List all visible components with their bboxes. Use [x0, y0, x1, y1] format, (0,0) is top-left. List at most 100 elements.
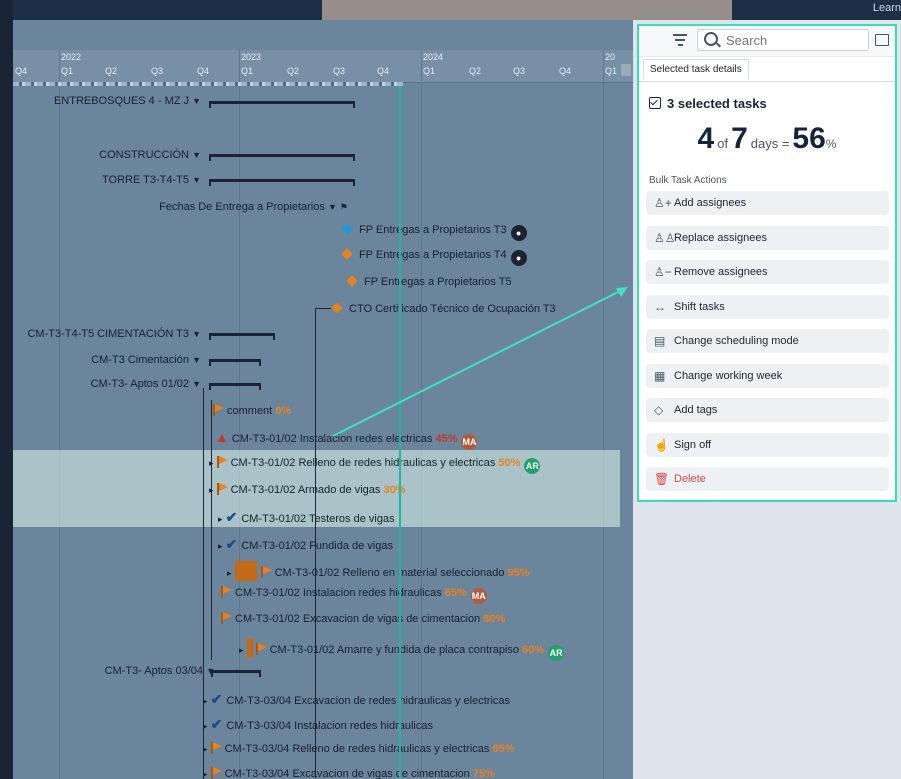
task-row[interactable]: ▸ ✔ CM-T3-01/02 Fundida de vigas	[218, 536, 393, 553]
dependency-arrow-icon: ▸	[218, 541, 223, 551]
quarter-label: Q1	[61, 66, 74, 76]
action-label: Add assignees	[674, 197, 747, 209]
task-label: CM-T3-01/02 Testeros de vigas	[241, 513, 395, 525]
completed-check-icon: ✔	[210, 716, 223, 732]
milestone-row[interactable]: CTO Certificado Técnico de Ocupación T3	[331, 302, 556, 315]
summary-bar[interactable]	[209, 383, 261, 390]
task-label: CTO Certificado Técnico de Ocupación T3	[349, 303, 556, 315]
calendar-edit-icon: ▤	[654, 334, 666, 348]
group-row[interactable]: ENTREBOSQUES 4 - MZ J ▼	[54, 95, 201, 107]
flag-icon	[216, 483, 228, 495]
dependency-arrow-icon: ▸	[209, 458, 214, 468]
tag-icon: ◇	[654, 403, 664, 417]
summary-bar[interactable]	[209, 101, 355, 108]
task-row[interactable]: CM-T3-01/02 Instalacion redes hidraulica…	[221, 586, 487, 604]
task-row[interactable]: ▲ CM-T3-01/02 Instalacion redes electrica…	[215, 429, 478, 450]
milestone-row[interactable]: FP Entregas a Propietarios T4 ●	[341, 248, 527, 266]
group-row[interactable]: CM-T3- Aptos 03/04 ▼	[105, 665, 215, 677]
task-bar[interactable]	[234, 561, 257, 581]
avatar: AR	[524, 458, 541, 474]
task-row[interactable]: ▸ CM-T3-01/02 Relleno de redes hidraulic…	[209, 456, 541, 474]
flag-icon	[210, 767, 222, 779]
search-box[interactable]	[697, 29, 869, 51]
collapse-caret-icon[interactable]: ▼	[192, 329, 201, 339]
sign-off-button[interactable]: ☝ Sign off	[646, 433, 889, 457]
group-row[interactable]: TORRE T3-T4-T5 ▼	[102, 174, 201, 186]
row-label: Fechas De Entrega a Propietarios	[159, 201, 325, 213]
group-row[interactable]: CM-T3 Cimentación ▼	[91, 354, 201, 366]
change-working-week-button[interactable]: ▦ Change working week	[646, 364, 889, 388]
dependency-arrow-icon: ▸	[203, 744, 208, 754]
collapse-caret-icon[interactable]: ▼	[192, 96, 201, 106]
today-marker-line	[399, 86, 401, 779]
task-label: CM-T3-01/02 Amarre y fundida de placa co…	[269, 644, 520, 656]
quarter-label: Q4	[559, 66, 572, 76]
progress-percent: 65%	[444, 587, 467, 599]
row-label: TORRE T3-T4-T5	[102, 174, 190, 186]
collapse-caret-icon[interactable]: ▼	[192, 150, 201, 160]
flag-icon	[210, 742, 222, 754]
group-row[interactable]: CM-T3-T4-T5 CIMENTACIÓN T3 ▼	[27, 328, 201, 340]
milestone-diamond-icon	[331, 302, 343, 314]
learn-link[interactable]: Learn	[873, 2, 901, 14]
collapse-caret-icon[interactable]: ▼	[192, 355, 201, 365]
add-tags-button[interactable]: ◇ Add tags	[646, 398, 889, 422]
collapse-caret-icon[interactable]: ▼	[192, 379, 201, 389]
task-row[interactable]: ▸ CM-T3-03/04 Relleno de redes hidraulic…	[203, 742, 514, 755]
milestone-row[interactable]: FP Entregas a Propietarios T3 ●	[341, 223, 527, 241]
task-bar[interactable]	[246, 638, 253, 658]
completed-check-icon: ✔	[210, 691, 223, 707]
shift-tasks-button[interactable]: ↔ Shift tasks	[646, 295, 889, 319]
group-row[interactable]: Fechas De Entrega a Propietarios ▼ ⚑	[159, 201, 348, 213]
add-assignees-button[interactable]: ♙+ Add assignees	[646, 191, 889, 215]
days-done: 4	[697, 122, 715, 155]
progress-percent: 30%	[383, 484, 406, 496]
gantt-chart[interactable]: 2022 2023 2024 20 Q4 Q1 Q2 Q3 Q4 Q1 Q2 Q…	[13, 20, 633, 779]
filter-icon[interactable]	[673, 34, 687, 49]
task-row[interactable]: ▸ CM-T3-01/02 Relleno en material selecc…	[227, 561, 530, 581]
summary-bar[interactable]	[209, 359, 261, 366]
summary-bar[interactable]	[211, 670, 261, 677]
search-input[interactable]	[724, 32, 868, 49]
task-row[interactable]: ▸ CM-T3-01/02 Armado de vigas 30%	[209, 483, 405, 496]
summary-bar[interactable]	[209, 154, 355, 161]
collapse-caret-icon[interactable]: ▼	[192, 175, 201, 185]
scrollbar-thumb[interactable]	[621, 64, 631, 76]
summary-bar[interactable]	[209, 333, 275, 340]
task-row[interactable]: ▸ ✔ CM-T3-01/02 Testeros de vigas	[218, 509, 395, 526]
trash-icon: 🗑	[654, 472, 670, 486]
panel-collapse-icon[interactable]	[875, 34, 889, 46]
summary-bar[interactable]	[209, 179, 355, 186]
flag-icon	[255, 643, 267, 655]
remove-assignees-button[interactable]: ♙− Remove assignees	[646, 260, 889, 284]
replace-assignee-icon: ♙♙	[654, 231, 676, 245]
group-row[interactable]: CONSTRUCCIÓN ▼	[99, 149, 201, 161]
task-label: CM-T3-01/02 Instalacion redes hidraulica…	[235, 587, 442, 599]
tab-selected-task-details[interactable]: Selected task details	[643, 59, 749, 80]
change-scheduling-mode-button[interactable]: ▤ Change scheduling mode	[646, 329, 889, 353]
delete-button[interactable]: 🗑 Delete	[646, 467, 889, 491]
quarter-label: Q1	[605, 66, 618, 76]
task-row[interactable]: ▸ ✔ CM-T3-03/04 Excavacion de redes hidra…	[203, 691, 510, 708]
replace-assignees-button[interactable]: ♙♙ Replace assignees	[646, 226, 889, 250]
checkbox-icon[interactable]	[649, 97, 661, 109]
task-row[interactable]: ▸ CM-T3-01/02 Amarre y fundida de placa …	[239, 638, 565, 661]
task-label: CM-T3-01/02 Armado de vigas	[230, 484, 381, 496]
task-row[interactable]: comment 0%	[213, 404, 291, 417]
action-label: Change working week	[674, 370, 783, 382]
collapse-caret-icon[interactable]: ▼	[328, 202, 337, 212]
milestone-row[interactable]: FP Entregas a Propietarios T5	[346, 275, 512, 288]
quarter-label: Q4	[197, 66, 210, 76]
task-row[interactable]: ▸ CM-T3-03/04 Excavacion de vigas de cim…	[203, 767, 495, 779]
group-row[interactable]: CM-T3- Aptos 01/02 ▼	[91, 378, 201, 390]
action-label: Sign off	[674, 439, 712, 451]
action-label: Remove assignees	[674, 266, 768, 278]
quarter-label: Q4	[377, 66, 390, 76]
task-row[interactable]: CM-T3-01/02 Excavacion de vigas de cimen…	[221, 612, 505, 625]
avatar: MA	[461, 434, 478, 450]
selected-count-label: 3 selected tasks	[667, 96, 767, 111]
quarter-label: Q2	[469, 66, 482, 76]
flag-marker-icon: ⚑	[339, 202, 348, 212]
avatar: ●	[510, 250, 527, 266]
days-total: 7	[731, 122, 748, 155]
